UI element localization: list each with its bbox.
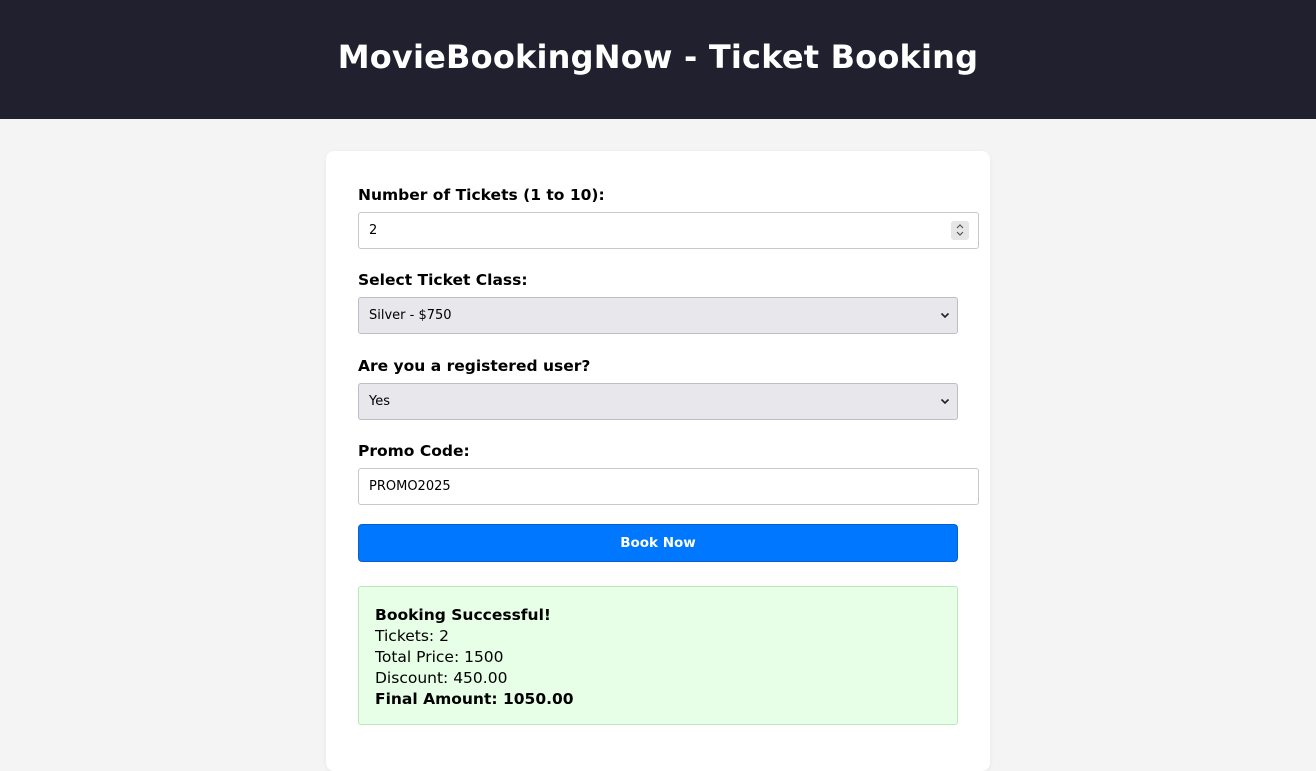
result-discount: Discount: 450.00 — [375, 669, 508, 687]
chevron-down-icon — [939, 310, 951, 322]
registered-user-selected: Yes — [369, 394, 390, 409]
booking-result-box: Booking Successful! Tickets: 2 Total Pri… — [358, 586, 958, 725]
result-final-amount: Final Amount: 1050.00 — [375, 690, 574, 708]
page-header: MovieBookingNow - Ticket Booking — [0, 0, 1316, 119]
tickets-number-input[interactable]: 2 — [358, 212, 979, 249]
page-title: MovieBookingNow - Ticket Booking — [337, 37, 979, 76]
spinner-up-icon[interactable] — [956, 223, 964, 231]
promo-code-input[interactable]: PROMO2025 — [358, 468, 979, 505]
result-heading: Booking Successful! — [375, 606, 551, 624]
book-now-button[interactable]: Book Now — [358, 524, 958, 562]
result-total-price: Total Price: 1500 — [375, 648, 504, 666]
registered-user-select[interactable]: Yes — [358, 383, 958, 420]
tickets-label: Number of Tickets (1 to 10): — [358, 186, 605, 204]
chevron-down-icon — [939, 396, 951, 408]
result-tickets: Tickets: 2 — [375, 627, 449, 645]
ticket-class-selected: Silver - $750 — [369, 308, 452, 323]
registered-user-label: Are you a registered user? — [358, 357, 591, 375]
ticket-class-label: Select Ticket Class: — [358, 271, 528, 289]
tickets-value: 2 — [369, 223, 378, 238]
number-spinner[interactable] — [951, 221, 969, 240]
promo-code-value: PROMO2025 — [369, 479, 451, 494]
promo-code-label: Promo Code: — [358, 442, 470, 460]
ticket-class-select[interactable]: Silver - $750 — [358, 297, 958, 334]
spinner-down-icon[interactable] — [956, 231, 964, 239]
booking-form-card: Number of Tickets (1 to 10): 2 Select Ti… — [326, 151, 990, 771]
